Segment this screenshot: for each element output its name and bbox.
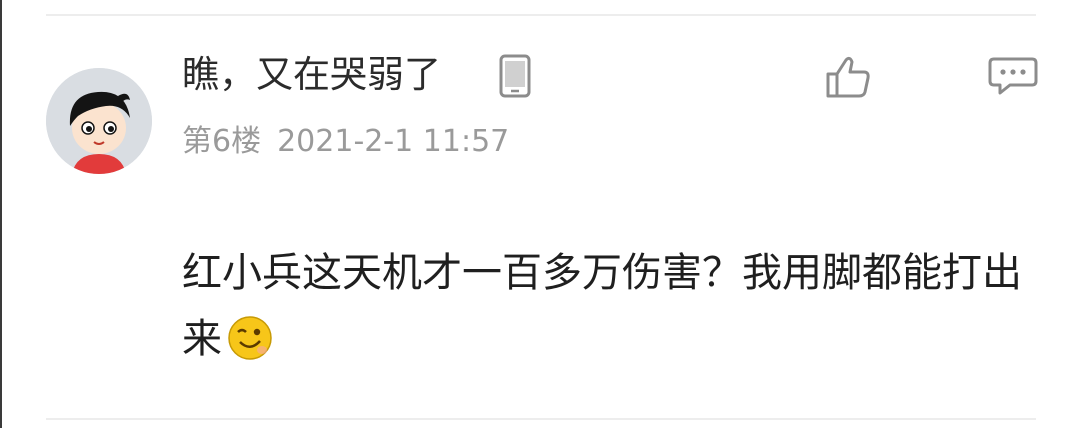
avatar[interactable] <box>46 68 152 174</box>
phone-icon <box>498 54 532 98</box>
comment-bubble-icon <box>988 57 1038 95</box>
post-time: 2021-2-1 11:57 <box>277 124 510 159</box>
reply-button[interactable] <box>988 56 1038 96</box>
bottom-divider <box>46 418 1036 420</box>
floor-number: 第6楼 <box>182 124 262 159</box>
comment-content: 红小兵这天机才一百多万伤害？我用脚都能打出来 <box>182 240 1022 372</box>
wink-emoji-icon <box>226 314 274 362</box>
window-edge <box>0 0 2 428</box>
username[interactable]: 瞧，又在哭弱了 <box>182 52 441 98</box>
comment-text: 红小兵这天机才一百多万伤害？我用脚都能打出来 <box>182 250 1022 362</box>
thumbs-up-icon <box>826 56 870 98</box>
like-button[interactable] <box>824 54 872 100</box>
top-divider <box>46 14 1036 16</box>
comment-meta: 第6楼 2021-2-1 11:57 <box>182 122 509 162</box>
